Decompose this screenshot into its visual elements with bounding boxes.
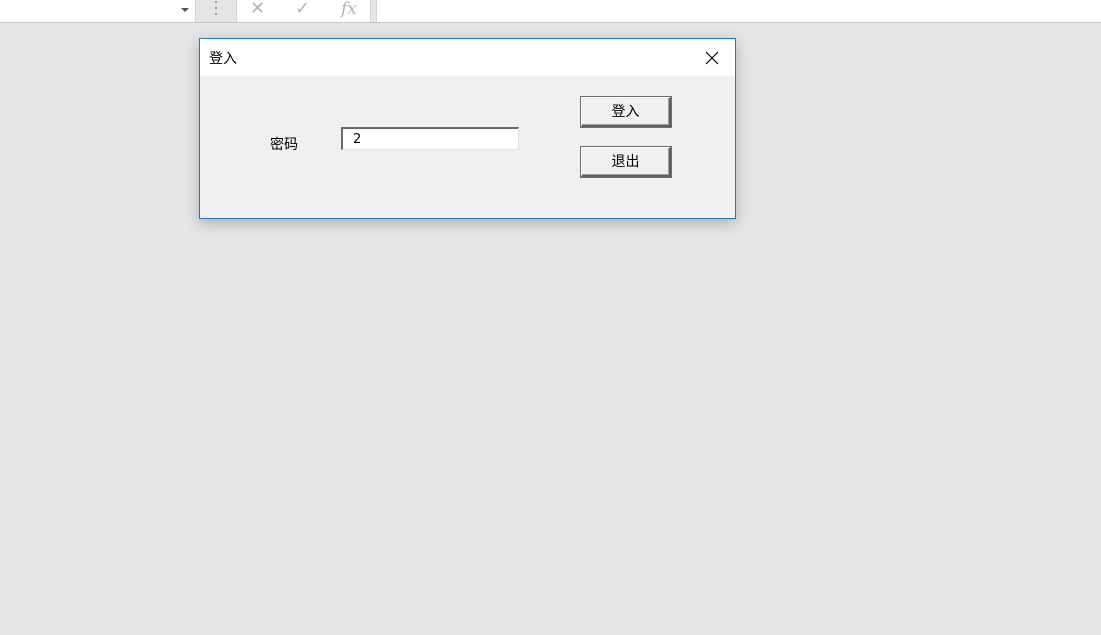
dialog-title: 登入 [209,51,237,67]
formula-bar: ✕ ✓ fx [0,0,1101,23]
formula-input[interactable] [376,0,1101,22]
enter-icon[interactable]: ✓ [295,0,310,18]
formula-buttons: ✕ ✓ fx [236,0,371,22]
name-box[interactable] [0,0,196,22]
password-input[interactable] [341,127,519,150]
close-icon [705,51,719,64]
login-button[interactable]: 登入 [581,97,671,127]
dialog-titlebar[interactable]: 登入 [200,39,735,76]
exit-button[interactable]: 退出 [581,147,671,177]
name-box-dropdown-icon[interactable] [181,8,189,12]
close-button[interactable] [689,39,735,76]
login-dialog: 登入 密码 登入 退出 [199,38,736,219]
insert-function-icon[interactable]: fx [341,0,357,18]
grip-icon[interactable] [215,1,218,15]
cancel-icon[interactable]: ✕ [250,0,265,18]
password-label: 密码 [270,137,298,153]
